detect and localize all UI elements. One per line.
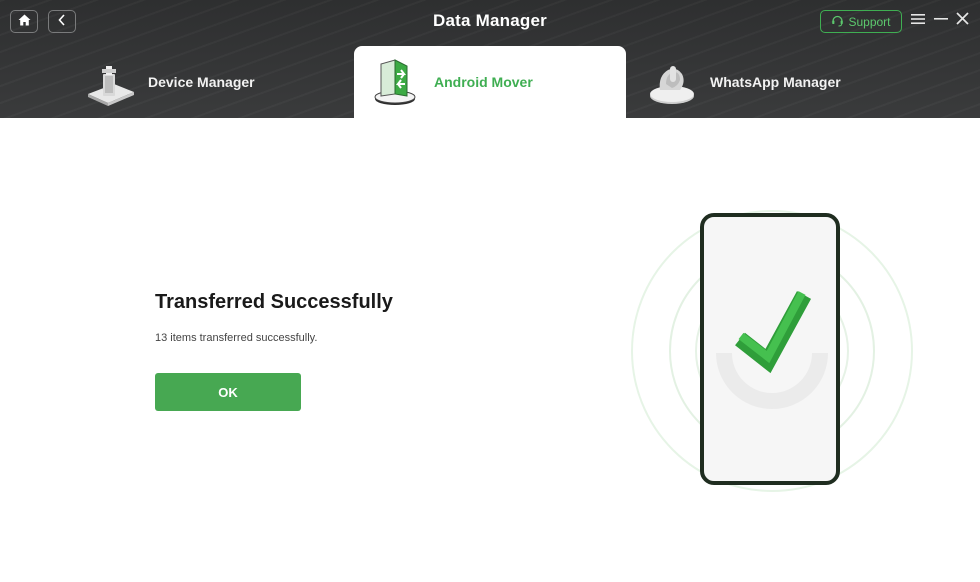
tab-label-device-manager: Device Manager: [148, 74, 255, 90]
tab-label-android-mover: Android Mover: [434, 74, 533, 90]
support-button[interactable]: Support: [820, 10, 902, 33]
headset-icon: [831, 14, 844, 30]
back-button[interactable]: [48, 10, 76, 33]
tab-label-whatsapp-manager: WhatsApp Manager: [710, 74, 841, 90]
home-icon: [18, 13, 31, 31]
result-description: 13 items transferred successfully.: [155, 332, 318, 344]
chevron-left-icon: [57, 13, 67, 31]
tab-android-mover[interactable]: Android Mover: [354, 46, 626, 118]
close-button[interactable]: [953, 11, 971, 31]
minimize-icon: [934, 12, 948, 30]
success-illustration: [620, 205, 920, 495]
support-label: Support: [848, 14, 891, 29]
tab-device-manager[interactable]: Device Manager: [82, 46, 342, 118]
ok-button[interactable]: OK: [155, 373, 301, 411]
top-bar: Data Manager Support Device Manager Andr…: [0, 0, 980, 118]
minimize-button[interactable]: [932, 11, 950, 31]
close-icon: [955, 12, 969, 30]
home-button[interactable]: [10, 10, 38, 33]
result-title: Transferred Successfully: [155, 291, 393, 313]
tab-whatsapp-manager[interactable]: WhatsApp Manager: [644, 46, 904, 118]
android-mover-icon: [368, 54, 424, 110]
whatsapp-manager-icon: [644, 54, 700, 110]
hamburger-menu-icon: [911, 12, 925, 30]
menu-button[interactable]: [909, 11, 927, 31]
device-manager-icon: [82, 54, 138, 110]
